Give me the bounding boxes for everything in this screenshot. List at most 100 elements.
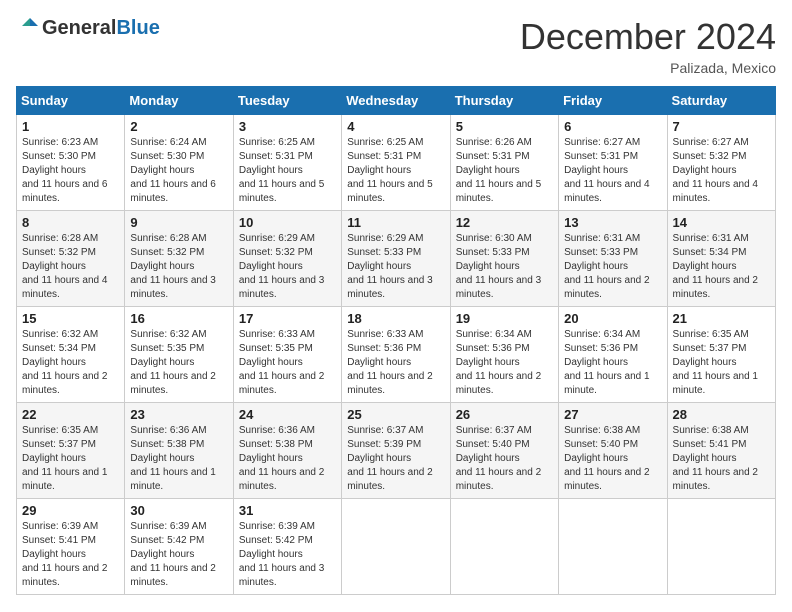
sunset-label: Sunset: 5:32 PM xyxy=(673,151,747,162)
day-number: 27 xyxy=(564,407,661,422)
day-number: 29 xyxy=(22,503,119,518)
sunrise-label: Sunrise: 6:36 AM xyxy=(239,425,315,436)
daylight-value: and 11 hours and 2 minutes. xyxy=(130,563,215,588)
daylight-label: Daylight hours xyxy=(456,261,520,272)
daylight-value: and 11 hours and 2 minutes. xyxy=(673,467,758,492)
sunset-label: Sunset: 5:30 PM xyxy=(22,151,96,162)
sunrise-label: Sunrise: 6:28 AM xyxy=(130,233,206,244)
daylight-label: Daylight hours xyxy=(130,261,194,272)
sunset-label: Sunset: 5:38 PM xyxy=(130,439,204,450)
day-number: 14 xyxy=(673,215,770,230)
sunset-label: Sunset: 5:34 PM xyxy=(22,343,96,354)
title-block: December 2024 Palizada, Mexico xyxy=(520,16,776,76)
daylight-label: Daylight hours xyxy=(673,453,737,464)
sunset-label: Sunset: 5:41 PM xyxy=(673,439,747,450)
daylight-value: and 11 hours and 2 minutes. xyxy=(564,275,649,300)
sunset-label: Sunset: 5:42 PM xyxy=(239,535,313,546)
weekday-header: Sunday xyxy=(17,87,125,115)
day-info: Sunrise: 6:33 AM Sunset: 5:35 PM Dayligh… xyxy=(239,328,336,398)
day-number: 9 xyxy=(130,215,227,230)
sunset-label: Sunset: 5:40 PM xyxy=(456,439,530,450)
sunset-label: Sunset: 5:32 PM xyxy=(130,247,204,258)
day-info: Sunrise: 6:37 AM Sunset: 5:40 PM Dayligh… xyxy=(456,424,553,494)
daylight-value: and 11 hours and 4 minutes. xyxy=(673,179,758,204)
sunrise-label: Sunrise: 6:31 AM xyxy=(564,233,640,244)
daylight-label: Daylight hours xyxy=(130,453,194,464)
sunrise-label: Sunrise: 6:28 AM xyxy=(22,233,98,244)
calendar-cell: 17 Sunrise: 6:33 AM Sunset: 5:35 PM Dayl… xyxy=(233,307,341,403)
month-title: December 2024 xyxy=(520,16,776,58)
day-number: 20 xyxy=(564,311,661,326)
page-header: GeneralBlue December 2024 Palizada, Mexi… xyxy=(16,16,776,76)
day-number: 28 xyxy=(673,407,770,422)
day-number: 10 xyxy=(239,215,336,230)
calendar-week-row: 22 Sunrise: 6:35 AM Sunset: 5:37 PM Dayl… xyxy=(17,403,776,499)
calendar-cell: 2 Sunrise: 6:24 AM Sunset: 5:30 PM Dayli… xyxy=(125,115,233,211)
day-number: 30 xyxy=(130,503,227,518)
sunrise-label: Sunrise: 6:36 AM xyxy=(130,425,206,436)
sunrise-label: Sunrise: 6:37 AM xyxy=(456,425,532,436)
daylight-label: Daylight hours xyxy=(130,549,194,560)
calendar-cell: 4 Sunrise: 6:25 AM Sunset: 5:31 PM Dayli… xyxy=(342,115,450,211)
day-info: Sunrise: 6:36 AM Sunset: 5:38 PM Dayligh… xyxy=(130,424,227,494)
daylight-label: Daylight hours xyxy=(564,165,628,176)
sunrise-label: Sunrise: 6:27 AM xyxy=(673,137,749,148)
day-number: 4 xyxy=(347,119,444,134)
sunrise-label: Sunrise: 6:31 AM xyxy=(673,233,749,244)
calendar-cell: 9 Sunrise: 6:28 AM Sunset: 5:32 PM Dayli… xyxy=(125,211,233,307)
day-info: Sunrise: 6:34 AM Sunset: 5:36 PM Dayligh… xyxy=(456,328,553,398)
daylight-label: Daylight hours xyxy=(347,357,411,368)
daylight-label: Daylight hours xyxy=(22,357,86,368)
calendar-cell: 20 Sunrise: 6:34 AM Sunset: 5:36 PM Dayl… xyxy=(559,307,667,403)
day-info: Sunrise: 6:35 AM Sunset: 5:37 PM Dayligh… xyxy=(22,424,119,494)
sunset-label: Sunset: 5:33 PM xyxy=(456,247,530,258)
sunset-label: Sunset: 5:31 PM xyxy=(456,151,530,162)
daylight-label: Daylight hours xyxy=(22,453,86,464)
day-info: Sunrise: 6:39 AM Sunset: 5:42 PM Dayligh… xyxy=(239,520,336,590)
daylight-value: and 11 hours and 2 minutes. xyxy=(456,371,541,396)
weekday-header: Friday xyxy=(559,87,667,115)
calendar-table: SundayMondayTuesdayWednesdayThursdayFrid… xyxy=(16,86,776,595)
calendar-cell xyxy=(342,499,450,595)
calendar-cell: 12 Sunrise: 6:30 AM Sunset: 5:33 PM Dayl… xyxy=(450,211,558,307)
daylight-value: and 11 hours and 6 minutes. xyxy=(130,179,215,204)
sunrise-label: Sunrise: 6:25 AM xyxy=(347,137,423,148)
daylight-label: Daylight hours xyxy=(673,357,737,368)
calendar-cell: 6 Sunrise: 6:27 AM Sunset: 5:31 PM Dayli… xyxy=(559,115,667,211)
daylight-value: and 11 hours and 1 minute. xyxy=(130,467,215,492)
calendar-cell: 7 Sunrise: 6:27 AM Sunset: 5:32 PM Dayli… xyxy=(667,115,775,211)
sunset-label: Sunset: 5:32 PM xyxy=(22,247,96,258)
daylight-value: and 11 hours and 3 minutes. xyxy=(456,275,541,300)
daylight-value: and 11 hours and 1 minute. xyxy=(22,467,107,492)
sunrise-label: Sunrise: 6:33 AM xyxy=(239,329,315,340)
sunset-label: Sunset: 5:35 PM xyxy=(130,343,204,354)
day-info: Sunrise: 6:24 AM Sunset: 5:30 PM Dayligh… xyxy=(130,136,227,206)
day-number: 24 xyxy=(239,407,336,422)
weekday-header: Tuesday xyxy=(233,87,341,115)
daylight-label: Daylight hours xyxy=(239,261,303,272)
day-number: 17 xyxy=(239,311,336,326)
sunrise-label: Sunrise: 6:39 AM xyxy=(22,521,98,532)
sunrise-label: Sunrise: 6:26 AM xyxy=(456,137,532,148)
daylight-label: Daylight hours xyxy=(239,453,303,464)
daylight-label: Daylight hours xyxy=(456,165,520,176)
day-number: 15 xyxy=(22,311,119,326)
day-number: 22 xyxy=(22,407,119,422)
day-info: Sunrise: 6:27 AM Sunset: 5:32 PM Dayligh… xyxy=(673,136,770,206)
day-info: Sunrise: 6:25 AM Sunset: 5:31 PM Dayligh… xyxy=(239,136,336,206)
sunrise-label: Sunrise: 6:39 AM xyxy=(130,521,206,532)
calendar-cell: 5 Sunrise: 6:26 AM Sunset: 5:31 PM Dayli… xyxy=(450,115,558,211)
calendar-cell: 28 Sunrise: 6:38 AM Sunset: 5:41 PM Dayl… xyxy=(667,403,775,499)
daylight-label: Daylight hours xyxy=(22,549,86,560)
weekday-header: Monday xyxy=(125,87,233,115)
day-info: Sunrise: 6:29 AM Sunset: 5:32 PM Dayligh… xyxy=(239,232,336,302)
daylight-label: Daylight hours xyxy=(22,165,86,176)
daylight-value: and 11 hours and 2 minutes. xyxy=(456,467,541,492)
sunrise-label: Sunrise: 6:35 AM xyxy=(673,329,749,340)
daylight-value: and 11 hours and 2 minutes. xyxy=(22,371,107,396)
calendar-cell xyxy=(450,499,558,595)
day-number: 11 xyxy=(347,215,444,230)
calendar-cell: 29 Sunrise: 6:39 AM Sunset: 5:41 PM Dayl… xyxy=(17,499,125,595)
calendar-cell: 25 Sunrise: 6:37 AM Sunset: 5:39 PM Dayl… xyxy=(342,403,450,499)
calendar-cell: 1 Sunrise: 6:23 AM Sunset: 5:30 PM Dayli… xyxy=(17,115,125,211)
